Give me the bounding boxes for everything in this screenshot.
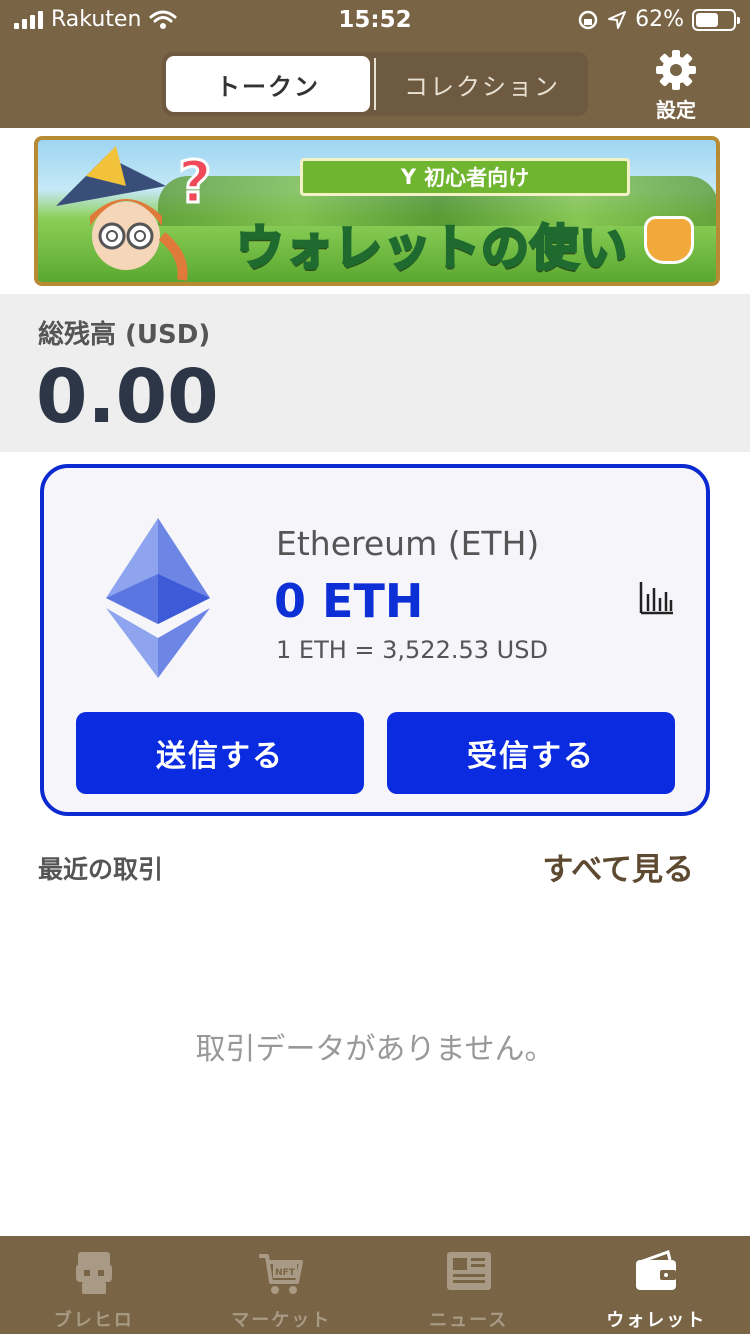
svg-text:NFT: NFT xyxy=(275,1268,296,1278)
top-header: Rakuten 15:52 62% トークン コレクション 設定 xyxy=(0,0,750,128)
price-chart-icon[interactable] xyxy=(638,580,674,616)
tab-label: マーケット xyxy=(231,1310,332,1331)
battery-icon xyxy=(692,8,740,31)
question-mark: ? xyxy=(178,148,212,216)
tab-brehero[interactable]: ブレヒロ xyxy=(0,1236,188,1334)
coin-name: Ethereum (ETH) xyxy=(276,524,540,563)
hero-icon xyxy=(75,1252,112,1294)
gear-icon xyxy=(656,50,696,90)
total-balance-label: 総残高 (USD) xyxy=(38,320,211,350)
sprout-icon: Y xyxy=(400,165,417,189)
eth-token-card[interactable]: Ethereum (ETH) 0 ETH 1 ETH = 3,522.53 US… xyxy=(40,464,710,816)
tab-label: ブレヒロ xyxy=(53,1310,134,1331)
tab-label: ウォレット xyxy=(606,1310,707,1331)
how-to-use-wallet-banner[interactable]: ? Y 初心者向け ウォレットの使い方 xyxy=(34,136,720,286)
cart-nft-icon: NFT xyxy=(259,1254,304,1294)
ethereum-logo-icon xyxy=(106,518,210,678)
location-arrow-icon xyxy=(608,10,627,29)
beginner-ribbon: Y 初心者向け xyxy=(300,158,630,196)
total-balance-value: 0.00 xyxy=(36,354,219,440)
token-collection-switch: トークン コレクション xyxy=(162,52,588,116)
segment-divider xyxy=(374,58,376,110)
newspaper-icon xyxy=(446,1252,491,1290)
tab-wallet[interactable]: ウォレット xyxy=(563,1236,750,1334)
banner-title: ウォレットの使い方 xyxy=(234,219,628,278)
status-bar: Rakuten 15:52 62% xyxy=(0,0,750,40)
tab-collection[interactable]: コレクション xyxy=(380,56,584,112)
purse-icon xyxy=(644,216,694,264)
total-balance-section: 総残高 (USD) 0.00 xyxy=(0,294,750,452)
tab-label: ニュース xyxy=(429,1310,509,1331)
tab-market[interactable]: NFT マーケット xyxy=(188,1236,376,1334)
tab-news[interactable]: ニュース xyxy=(375,1236,563,1334)
status-right: 62% xyxy=(577,7,740,32)
see-all-link[interactable]: すべて見る xyxy=(542,844,694,889)
coin-exchange-rate: 1 ETH = 3,522.53 USD xyxy=(276,636,548,664)
rotation-lock-icon xyxy=(578,10,598,29)
settings-label: 設定 xyxy=(656,98,696,122)
recent-transactions-title: 最近の取引 xyxy=(38,855,164,884)
bottom-tab-bar: ブレヒロ NFT マーケット ニュース ウォレット xyxy=(0,1236,750,1334)
settings-button[interactable]: 設定 xyxy=(646,48,706,122)
character-illustration: ? xyxy=(56,146,213,281)
send-button[interactable]: 送信する xyxy=(76,712,364,794)
tab-tokens[interactable]: トークン xyxy=(166,56,370,112)
coin-amount: 0 ETH xyxy=(274,574,424,628)
ribbon-text: 初心者向け xyxy=(424,166,530,190)
wallet-icon xyxy=(636,1250,677,1290)
battery-percent: 62% xyxy=(635,7,684,32)
empty-transactions-message: 取引データがありません。 xyxy=(195,1032,555,1067)
receive-button[interactable]: 受信する xyxy=(387,712,675,794)
